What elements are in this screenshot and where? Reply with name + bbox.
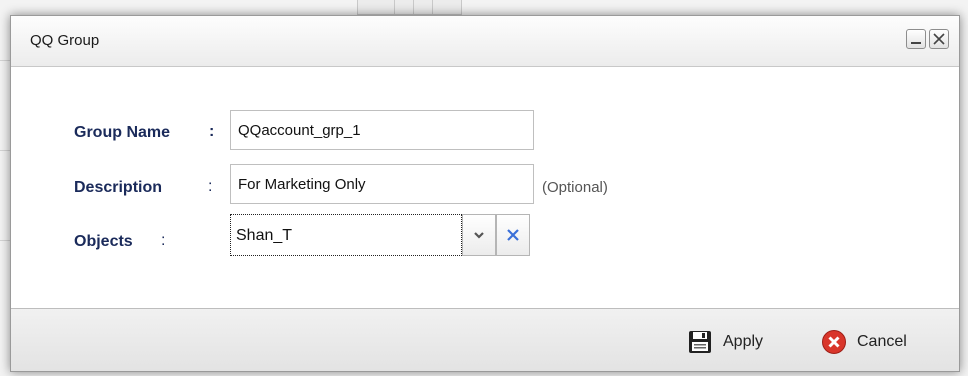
background-tab (394, 0, 414, 15)
dialog-titlebar[interactable]: QQ Group (11, 16, 959, 67)
group-name-colon: : (209, 123, 215, 140)
clear-x-icon (507, 229, 519, 241)
objects-dropdown-button[interactable] (462, 214, 496, 256)
background-tab (413, 0, 433, 15)
background-tab (357, 0, 395, 15)
qq-group-dialog: QQ Group Group Name : Description : (Opt… (10, 15, 960, 372)
cancel-label: Cancel (857, 333, 907, 350)
description-label: Description (74, 179, 163, 196)
group-name-input[interactable] (230, 110, 534, 150)
objects-label: Objects (74, 233, 133, 250)
background-divider (0, 150, 10, 151)
objects-combobox: Shan_T (230, 214, 532, 256)
description-colon: : (208, 178, 213, 195)
apply-label: Apply (723, 333, 764, 350)
cancel-circle-icon (822, 330, 846, 354)
objects-colon: : (161, 232, 166, 249)
background-tab (432, 0, 462, 15)
minimize-icon (911, 42, 921, 44)
optional-hint: (Optional) (542, 179, 608, 196)
save-disk-icon (689, 331, 711, 353)
apply-button[interactable]: Apply (687, 327, 763, 357)
cancel-button[interactable]: Cancel (821, 327, 907, 357)
objects-select[interactable]: Shan_T (230, 214, 462, 256)
dialog-footer: Apply Cancel (11, 308, 959, 371)
background-divider (0, 240, 10, 241)
close-icon (933, 33, 945, 45)
dialog-title: QQ Group (30, 32, 100, 49)
minimize-button[interactable] (906, 29, 926, 49)
background-divider (0, 60, 10, 61)
group-name-label: Group Name (74, 124, 171, 141)
objects-clear-button[interactable] (496, 214, 530, 256)
chevron-down-icon (474, 232, 484, 239)
description-input[interactable] (230, 164, 534, 204)
close-button[interactable] (929, 29, 949, 49)
